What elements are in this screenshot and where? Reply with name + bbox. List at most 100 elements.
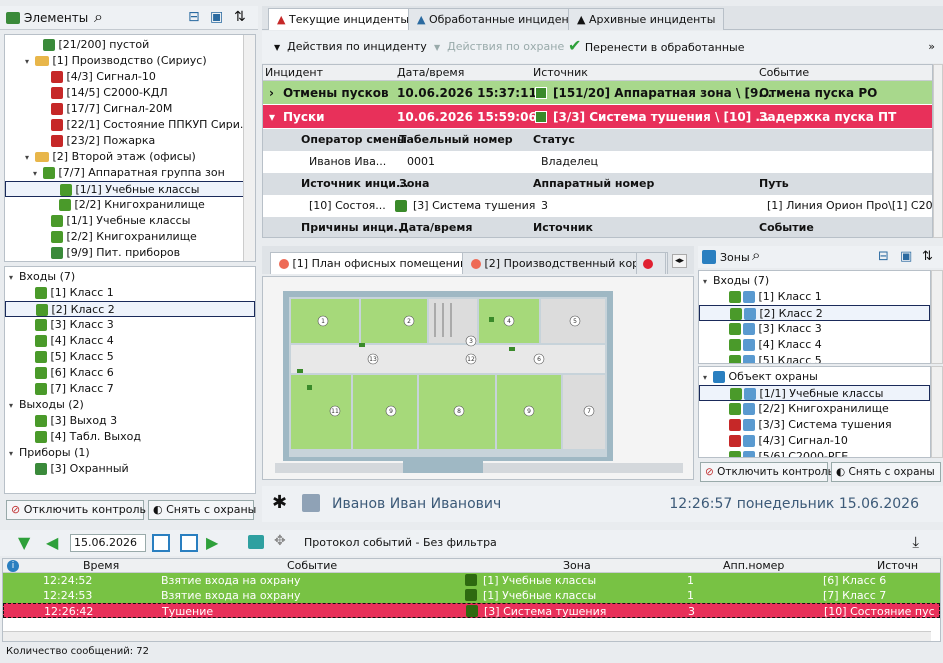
tree-item[interactable]: [9/9] Пит. приборов (5, 245, 255, 261)
tree-item[interactable]: [1/1] Учебные классы (5, 213, 255, 229)
tree-item[interactable]: [4/3] Сигнал-10 (699, 433, 930, 449)
tree-item[interactable]: [6] Класс 6 (5, 365, 255, 381)
tabs-scroll-arrows[interactable]: ◂▸ (672, 254, 688, 268)
elements-scrollbar[interactable] (243, 35, 255, 261)
incident-actions-menu[interactable]: ▼ Действия по инциденту (274, 40, 427, 53)
sensor-icon[interactable] (307, 385, 312, 390)
col-zone[interactable]: Зона (563, 559, 591, 573)
save-icon[interactable]: ▣ (210, 9, 223, 25)
tree-item[interactable]: [3] Класс 3 (699, 321, 930, 337)
tree-item[interactable]: [2] Класс 2 (5, 301, 255, 317)
disarm-button[interactable]: ◐ Снять с охраны (148, 500, 256, 520)
expand-arrow-icon[interactable]: ▾ (269, 105, 275, 128)
tab-plan-offices[interactable]: [1] План офисных помещений (270, 252, 477, 274)
tree-item[interactable]: ▾ Объект охраны (699, 369, 930, 385)
filter-icon[interactable]: ▼ (18, 533, 30, 552)
floor-plan-canvas[interactable]: 1 2 3 4 5 13 12 6 11 9 8 9 7 (262, 276, 694, 480)
objects-scrollbar[interactable] (931, 366, 943, 458)
incident-row[interactable]: › Отмены пусков 10.06.2026 15:37:11 [151/20… (263, 81, 932, 105)
tree-item[interactable]: [3] Охранный (5, 461, 255, 477)
expand-arrow-icon[interactable]: ▾ (25, 150, 35, 165)
sensor-icon[interactable] (359, 343, 365, 347)
tree-item[interactable]: ▾ [7/7] Аппаратная группа зон (5, 165, 255, 181)
tree-item[interactable]: [4/3] Сигнал-10 (5, 69, 255, 85)
expand-arrow-icon[interactable]: ▾ (25, 54, 35, 69)
tree-item[interactable]: [2/2] Книгохранилище (5, 197, 255, 213)
search-icon[interactable]: ⌕ (752, 246, 760, 264)
log-row[interactable]: 12:24:52 Взятие входа на охрану [1] Учебны… (3, 573, 940, 588)
prev-day-icon[interactable]: ◀ (46, 533, 58, 552)
expand-arrow-icon[interactable]: ▾ (9, 270, 19, 285)
expand-arrow-icon[interactable]: ▾ (9, 446, 19, 461)
search-icon[interactable]: ⌕ (94, 7, 103, 27)
col-time[interactable]: Время (83, 559, 119, 573)
zones-scrollbar[interactable] (931, 270, 943, 364)
col-source[interactable]: Источн (877, 559, 918, 573)
expand-arrow-icon[interactable]: ▾ (703, 274, 713, 289)
calendar-icon[interactable] (152, 534, 170, 552)
overflow-icon[interactable]: » (928, 40, 935, 53)
tree-item[interactable]: [23/2] Пожарка (5, 133, 255, 149)
col-event[interactable]: Событие (287, 559, 337, 573)
tree-item[interactable]: [4] Табл. Выход (5, 429, 255, 445)
tab-plan-more[interactable] (636, 252, 666, 274)
tree-item[interactable]: ▾ [2] Второй этаж (офисы) (5, 149, 255, 165)
tree-item[interactable]: [1] Класс 1 (699, 289, 930, 305)
tree-item[interactable]: [1/1] Учебные классы (699, 385, 930, 401)
sensor-icon[interactable] (297, 369, 303, 373)
sensor-icon[interactable] (489, 317, 494, 322)
tree-item[interactable]: [5] Класс 5 (5, 349, 255, 365)
tree-item[interactable]: [3] Класс 3 (5, 317, 255, 333)
log-row[interactable]: 12:24:53 Взятие входа на охрану [1] Учебны… (3, 588, 940, 603)
col-incident[interactable]: Инцидент (265, 65, 323, 81)
download-icon[interactable]: ⤓ (912, 533, 919, 551)
col-event[interactable]: Событие (759, 65, 809, 81)
log-row[interactable]: 12:26:42 Тушение [3] Система тушения 3 [10] … (3, 603, 940, 618)
tree-item[interactable]: [4] Класс 4 (699, 337, 930, 353)
move-to-processed-button[interactable]: ✔ Перенести в обработанные (568, 36, 744, 55)
col-source[interactable]: Источник (533, 65, 588, 81)
disable-control-button[interactable]: ⊘ Отключить контроль (6, 500, 146, 520)
tab-archive-incidents[interactable]: ▲ Архивные инциденты (568, 8, 725, 30)
tree-item[interactable]: ▾ Выходы (2) (5, 397, 255, 413)
next-day-icon[interactable]: ▶ (206, 533, 218, 552)
tree-item[interactable]: [7] Класс 7 (5, 381, 255, 397)
tree-item[interactable]: [5/6] С2000-РГЕ (699, 449, 930, 457)
tree-item[interactable]: [17/7] Сигнал-20М (5, 101, 255, 117)
zones-disable-control-button[interactable]: ⊘ Отключить контроль (700, 462, 834, 482)
tree-item[interactable]: [22/1] Состояние ППКУП Сири... (5, 117, 255, 133)
incident-scrollbar[interactable] (933, 64, 943, 238)
incident-row[interactable]: ▾ Пуски 10.06.2026 15:59:06 [3/3] Система т… (263, 105, 932, 129)
tree-item[interactable]: [2/2] Книгохранилище (5, 229, 255, 245)
col-hw-number[interactable]: Апп.номер (723, 559, 784, 573)
tree-item[interactable]: [3/3] Система тушения (699, 417, 930, 433)
calendar-range-icon[interactable] (180, 534, 198, 552)
expand-arrow-icon[interactable]: ▾ (703, 370, 713, 385)
tab-processed-incidents[interactable]: ▲ Обработанные инциденты (408, 8, 593, 30)
save-icon[interactable]: ▣ (900, 249, 912, 264)
chat-icon[interactable] (248, 535, 264, 549)
tree-item[interactable]: ▾ Входы (7) (699, 273, 930, 289)
collapse-tree-icon[interactable]: ⊟ (878, 249, 889, 264)
tree-item[interactable]: [14/5] С2000-КДЛ (5, 85, 255, 101)
log-hscrollbar[interactable] (3, 631, 931, 641)
tree-item[interactable]: ▾ Приборы (1) (5, 445, 255, 461)
tree-item[interactable]: [21/200] пустой (5, 37, 255, 53)
guard-actions-menu[interactable]: ▼ Действия по охране (434, 40, 564, 53)
room-green-5[interactable] (353, 375, 417, 449)
tree-item[interactable]: [2] Класс 2 (699, 305, 930, 321)
expand-arrow-icon[interactable]: ▾ (33, 166, 43, 181)
tree-item[interactable]: [1] Класс 1 (5, 285, 255, 301)
tree-item[interactable]: [2/2] Книгохранилище (699, 401, 930, 417)
expand-arrow-icon[interactable]: ▾ (9, 398, 19, 413)
sort-icon[interactable]: ⇅ (234, 9, 246, 25)
map-icon[interactable]: ✥ (274, 533, 286, 549)
room-green-4[interactable] (291, 375, 351, 449)
expand-arrow-icon[interactable]: › (269, 81, 274, 104)
zones-disarm-button[interactable]: ◐ Снять с охраны (831, 462, 941, 482)
collapse-tree-icon[interactable]: ⊟ (188, 9, 200, 25)
col-datetime[interactable]: Дата/время (397, 65, 464, 81)
date-field[interactable]: 15.06.2026 (70, 534, 146, 552)
tab-current-incidents[interactable]: ▲ Текущие инциденты (268, 8, 419, 30)
tree-item[interactable]: ▾ Входы (7) (5, 269, 255, 285)
